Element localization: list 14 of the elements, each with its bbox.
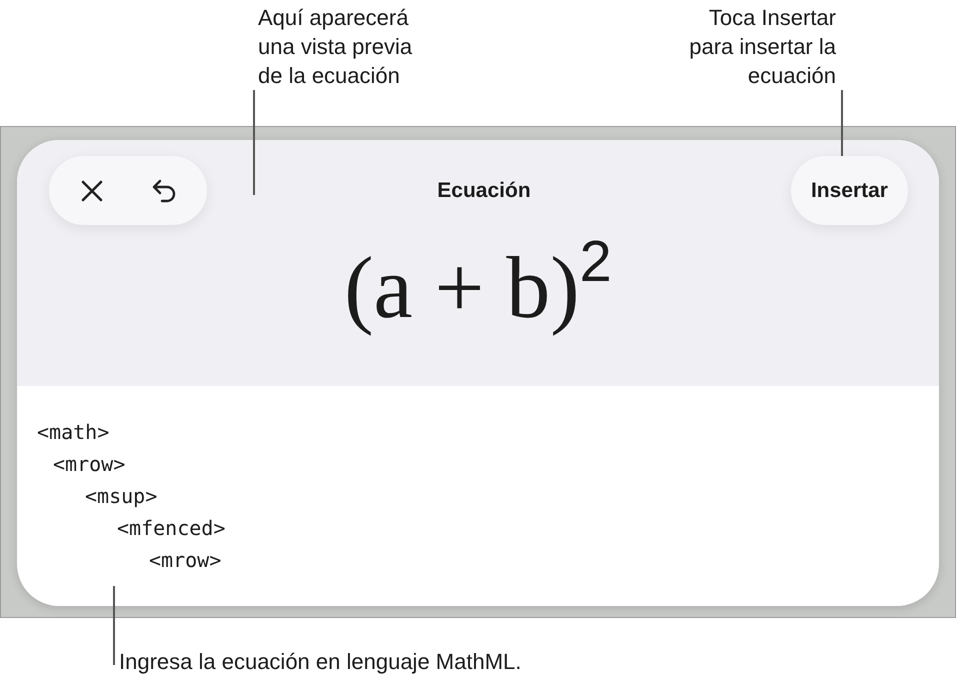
callout-text: Ingresa la ecuación en lenguaje MathML. [119, 648, 522, 676]
callout-text: Aquí aparecerá una vista previa de la ecuación [258, 4, 412, 90]
dialog-title: Ecuación [437, 178, 531, 202]
code-line: <msup> [84, 483, 158, 510]
equation-preview: (a + b)$^{2}$ [343, 233, 613, 339]
code-line: <mrow> [52, 451, 126, 478]
code-line: <math> [37, 419, 110, 446]
leader-line [841, 90, 842, 156]
code-line: <mfenced> [116, 515, 226, 542]
callout-text: Toca Insertar para insertar la ecuación [689, 4, 836, 90]
code-editor[interactable]: <math> <mrow> <msup> <mfenced> <mrow> [17, 386, 939, 606]
code-line: <mrow> [148, 547, 222, 574]
insert-button[interactable]: Insertar [790, 156, 908, 225]
close-icon [79, 178, 105, 204]
